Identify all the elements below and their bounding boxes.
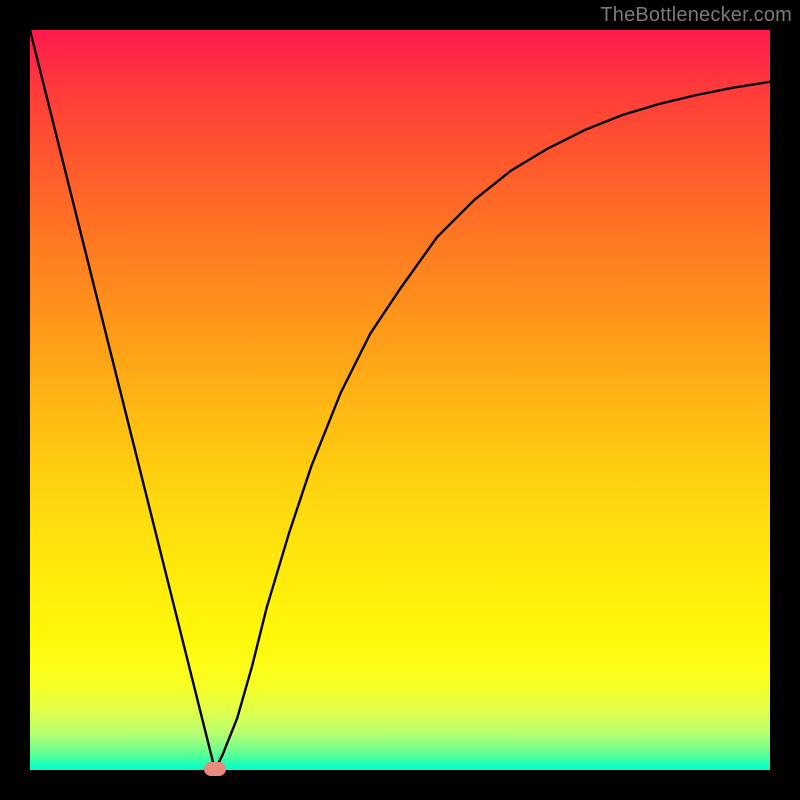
watermark-text: TheBottlenecker.com [600, 4, 792, 27]
bottleneck-curve [30, 30, 770, 770]
plot-area [30, 30, 770, 770]
vertex-marker [204, 762, 226, 776]
curve-svg [30, 30, 770, 770]
chart-container: TheBottlenecker.com [0, 0, 800, 800]
